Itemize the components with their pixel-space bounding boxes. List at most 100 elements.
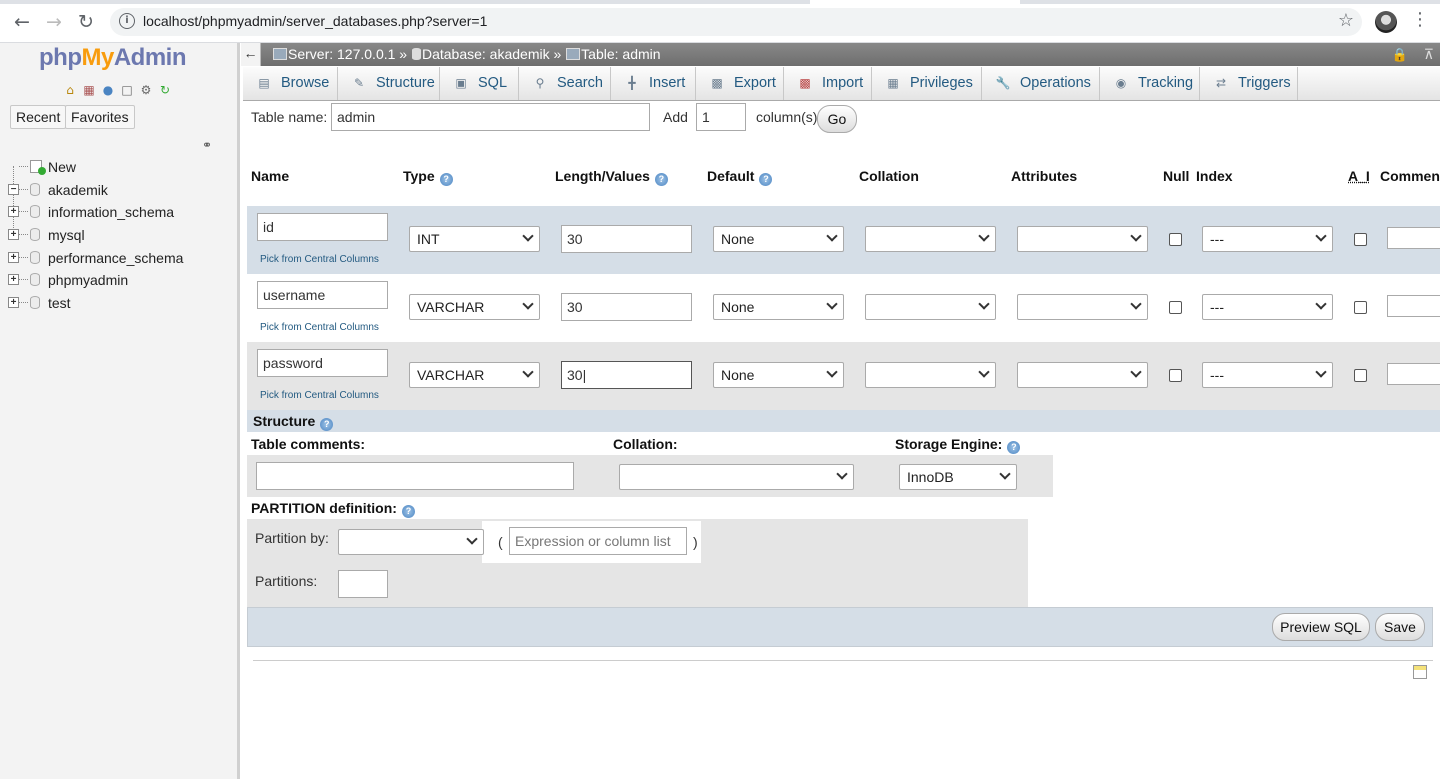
tab-insert[interactable]: ╋ Insert (611, 67, 696, 100)
bookmark-star-icon[interactable]: ☆ (1338, 10, 1354, 31)
breadcrumb-server[interactable]: Server: 127.0.0.1 » (288, 46, 407, 62)
column-index-select[interactable]: --- (1202, 226, 1333, 252)
expand-icon[interactable]: + (8, 274, 19, 286)
tab-operations[interactable]: 🔧 Operations (982, 67, 1100, 100)
tree-item-information-schema[interactable]: + information_schema (8, 201, 233, 224)
help-icon[interactable]: ? (1007, 441, 1021, 454)
favorites-button[interactable]: Favorites (65, 105, 135, 129)
breadcrumb-table[interactable]: Table: admin (581, 46, 660, 62)
tree-item-label[interactable]: phpmyadmin (48, 269, 128, 291)
tree-item-label[interactable]: information_schema (48, 201, 174, 223)
null-checkbox[interactable] (1169, 301, 1182, 314)
phpmyadmin-logo[interactable]: phpMyAdmin (39, 44, 187, 72)
column-attributes-select[interactable] (1017, 294, 1148, 320)
collapse-icon[interactable]: − (8, 183, 19, 195)
column-length-input[interactable]: 30| (561, 361, 692, 389)
auto-increment-checkbox[interactable] (1354, 233, 1367, 246)
tab-tracking[interactable]: ◉ Tracking (1100, 67, 1200, 100)
tab-browse[interactable]: ▤ Browse (243, 67, 338, 100)
column-collation-select[interactable] (865, 226, 996, 252)
column-default-select[interactable]: None (713, 294, 844, 320)
column-type-select[interactable]: INT (409, 226, 540, 252)
table-collation-select[interactable] (619, 464, 854, 490)
column-type-select[interactable]: VARCHAR (409, 362, 540, 388)
help-icon[interactable]: ? (401, 505, 415, 518)
null-checkbox[interactable] (1169, 233, 1182, 246)
column-index-select[interactable]: --- (1202, 362, 1333, 388)
home-icon[interactable]: ⌂ (62, 82, 78, 98)
pick-central-columns-link[interactable]: Pick from Central Columns (260, 254, 379, 265)
column-comment-input[interactable] (1387, 295, 1440, 317)
tree-item-mysql[interactable]: + mysql (8, 224, 233, 247)
url-text[interactable]: localhost/phpmyadmin/server_databases.ph… (143, 13, 487, 29)
lock-icon[interactable]: 🔒 (1392, 47, 1408, 63)
add-columns-input[interactable]: 1 (696, 103, 746, 131)
tab-privileges[interactable]: ▦ Privileges (872, 67, 982, 100)
column-name-input[interactable]: password (257, 349, 388, 377)
tree-item-performance-schema[interactable]: + performance_schema (8, 247, 233, 270)
auto-increment-checkbox[interactable] (1354, 301, 1367, 314)
column-default-select[interactable]: None (713, 362, 844, 388)
tab-triggers[interactable]: ⇄ Triggers (1200, 67, 1298, 100)
pick-central-columns-link[interactable]: Pick from Central Columns (260, 390, 379, 401)
tab-sql[interactable]: ▣ SQL (440, 67, 519, 100)
scroll-top-icon[interactable]: ⊼ (1424, 46, 1434, 63)
expand-icon[interactable]: + (8, 297, 19, 309)
table-name-input[interactable]: admin (331, 103, 650, 131)
collapse-navigation-icon[interactable]: ← (241, 43, 261, 66)
column-comment-input[interactable] (1387, 227, 1440, 249)
tree-item-phpmyadmin[interactable]: + phpmyadmin (8, 269, 233, 292)
browser-menu-icon[interactable]: ⋮ (1411, 9, 1429, 30)
column-default-select[interactable]: None (713, 226, 844, 252)
tree-item-label[interactable]: mysql (48, 224, 85, 246)
breadcrumb-database[interactable]: Database: akademik » (422, 46, 561, 62)
site-info-icon[interactable]: i (119, 13, 135, 29)
column-attributes-select[interactable] (1017, 226, 1148, 252)
tree-item-new[interactable]: New (8, 156, 233, 179)
help-icon[interactable]: ? (654, 173, 668, 186)
auto-increment-checkbox[interactable] (1354, 369, 1367, 382)
partition-expression-input[interactable]: Expression or column list (509, 527, 687, 555)
partitions-input[interactable] (338, 570, 388, 598)
help-icon[interactable]: ? (439, 173, 453, 186)
column-comment-input[interactable] (1387, 363, 1440, 385)
partition-by-select[interactable] (338, 529, 484, 555)
tree-item-label[interactable]: test (48, 292, 71, 314)
column-length-input[interactable]: 30 (561, 293, 692, 321)
help-icon[interactable]: ● (100, 82, 116, 98)
column-attributes-select[interactable] (1017, 362, 1148, 388)
back-icon[interactable]: ← (11, 11, 33, 33)
expand-icon[interactable]: + (8, 229, 19, 241)
forward-icon[interactable]: → (43, 11, 65, 33)
column-length-input[interactable]: 30 (561, 225, 692, 253)
docs-icon[interactable]: □ (119, 82, 135, 98)
address-bar[interactable]: i localhost/phpmyadmin/server_databases.… (110, 8, 1362, 36)
expand-icon[interactable]: + (8, 206, 19, 218)
tree-item-label[interactable]: performance_schema (48, 247, 183, 269)
exit-icon[interactable]: ▦ (81, 82, 97, 98)
preview-sql-button[interactable]: Preview SQL (1272, 613, 1370, 641)
column-index-select[interactable]: --- (1202, 294, 1333, 320)
column-name-input[interactable]: username (257, 281, 388, 309)
pick-central-columns-link[interactable]: Pick from Central Columns (260, 322, 379, 333)
tab-export[interactable]: ▩ Export (696, 67, 784, 100)
reload-navigation-icon[interactable]: ↻ (157, 82, 173, 98)
reload-icon[interactable]: ↻ (75, 11, 97, 33)
settings-gear-icon[interactable]: ⚙ (138, 82, 154, 98)
tab-structure[interactable]: ✎ Structure (338, 67, 440, 100)
profile-avatar[interactable] (1375, 11, 1397, 33)
tab-import[interactable]: ▩ Import (784, 67, 872, 100)
tree-item-label[interactable]: akademik (48, 179, 108, 201)
null-checkbox[interactable] (1169, 369, 1182, 382)
column-collation-select[interactable] (865, 362, 996, 388)
tree-item-akademik[interactable]: − akademik (8, 179, 233, 202)
tree-item-test[interactable]: + test (8, 292, 233, 315)
table-comments-input[interactable] (256, 462, 574, 490)
save-button[interactable]: Save (1375, 613, 1425, 641)
tab-search[interactable]: ⚲ Search (519, 67, 611, 100)
expand-icon[interactable]: + (8, 251, 19, 263)
tree-item-label[interactable]: New (48, 156, 76, 178)
column-collation-select[interactable] (865, 294, 996, 320)
column-type-select[interactable]: VARCHAR (409, 294, 540, 320)
storage-engine-select[interactable]: InnoDB (899, 464, 1017, 490)
